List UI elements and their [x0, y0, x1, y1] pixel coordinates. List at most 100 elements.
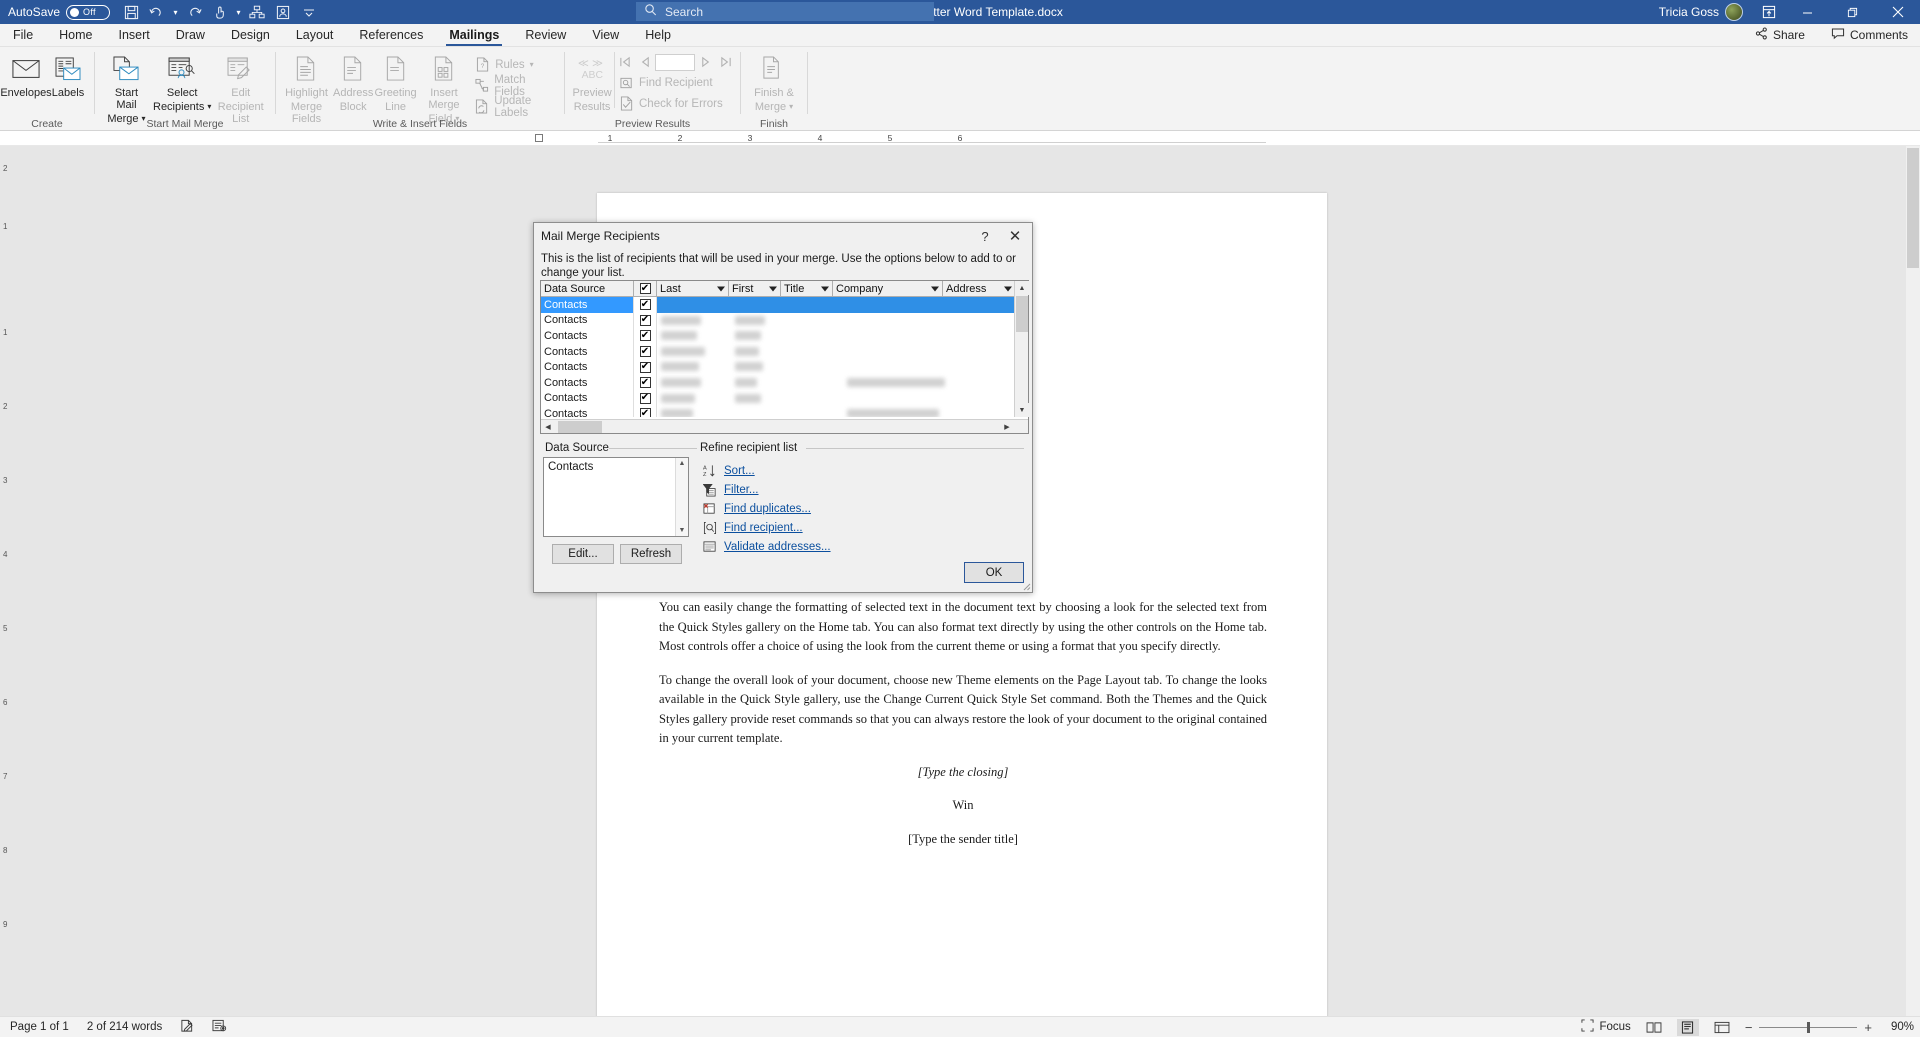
check-for-errors-button[interactable]: Check for Errors	[615, 93, 735, 114]
tab-help[interactable]: Help	[632, 23, 684, 46]
horizontal-ruler[interactable]: L 1 2 3 4 5 6	[0, 131, 1920, 146]
table-row[interactable]: Contacts ✔	[541, 343, 1028, 360]
tab-file[interactable]: File	[0, 23, 46, 46]
row-checkbox[interactable]: ✔	[639, 330, 651, 342]
autosave-toggle[interactable]: Off	[66, 4, 111, 20]
scroll-up-icon[interactable]: ▲	[676, 458, 688, 467]
accessibility-checker-icon[interactable]	[212, 1019, 227, 1036]
save-icon[interactable]	[118, 1, 144, 23]
tab-mailings[interactable]: Mailings	[436, 23, 512, 46]
vertical-scrollbar-thumb[interactable]	[1907, 148, 1919, 268]
edit-button[interactable]: Edit...	[552, 544, 614, 564]
envelopes-button[interactable]: Envelopes	[0, 50, 52, 99]
next-record-icon[interactable]	[696, 53, 715, 72]
table-row[interactable]: Contacts ✔	[541, 359, 1028, 375]
touch-mode-dropdown-icon[interactable]: ▾	[233, 1, 244, 23]
web-layout-icon[interactable]	[1711, 1019, 1733, 1036]
first-record-icon[interactable]	[615, 53, 634, 72]
row-checkbox[interactable]: ✔	[639, 361, 651, 373]
proofing-errors-icon[interactable]	[180, 1019, 194, 1036]
insert-merge-field-button[interactable]: Insert Merge Field ▾	[417, 50, 471, 125]
preview-results-button[interactable]: ≪ ≫ ABC Preview Results	[570, 50, 614, 113]
tab-insert[interactable]: Insert	[106, 23, 163, 46]
row-checkbox-cell[interactable]: ✔	[634, 312, 657, 329]
grid-vertical-scrollbar[interactable]: ▲ ▼	[1014, 281, 1029, 417]
row-checkbox-cell[interactable]: ✔	[634, 328, 657, 344]
tab-view[interactable]: View	[579, 23, 632, 46]
page-info[interactable]: Page 1 of 1	[10, 1021, 69, 1033]
row-checkbox-cell[interactable]: ✔	[634, 406, 657, 417]
rules-button[interactable]: ? Rules ▾	[471, 54, 559, 75]
customize-quick-access-icon[interactable]	[296, 1, 322, 23]
chevron-down-icon[interactable]: ▾	[789, 103, 793, 111]
row-checkbox[interactable]: ✔	[639, 346, 651, 358]
comments-button[interactable]: Comments	[1823, 25, 1916, 45]
recipients-grid[interactable]: Data Source ✔ Last First Title Company A…	[540, 280, 1029, 434]
column-header-first[interactable]: First	[729, 281, 781, 296]
tab-layout[interactable]: Layout	[283, 23, 347, 46]
table-row[interactable]: Contacts ✔	[541, 390, 1028, 407]
table-row[interactable]: Contacts ✔	[541, 312, 1028, 329]
ribbon-display-options-icon[interactable]	[1753, 0, 1785, 24]
data-source-list[interactable]: Contacts ▲ ▼	[543, 457, 689, 537]
dialog-resize-grip[interactable]	[1020, 580, 1031, 591]
grid-hscroll-thumb[interactable]	[558, 420, 602, 433]
row-checkbox[interactable]: ✔	[639, 408, 651, 417]
redo-icon[interactable]	[181, 1, 207, 23]
table-row[interactable]: Contacts ✔	[541, 297, 1028, 313]
row-checkbox-cell[interactable]: ✔	[634, 374, 657, 391]
tab-design[interactable]: Design	[218, 23, 283, 46]
dialog-title-bar[interactable]: Mail Merge Recipients ? ✕	[534, 223, 1032, 249]
undo-icon[interactable]	[144, 1, 170, 23]
user-name[interactable]: Tricia Goss	[1659, 5, 1719, 19]
row-checkbox-cell[interactable]: ✔	[634, 297, 657, 313]
share-button[interactable]: Share	[1747, 25, 1813, 45]
column-header-address[interactable]: Address	[943, 281, 1016, 296]
vertical-ruler[interactable]: 2 1 1 2 3 4 5 6 7 8 9	[0, 146, 22, 1016]
validate-addresses-link[interactable]: Validate addresses...	[702, 537, 1012, 556]
tab-draw[interactable]: Draw	[163, 23, 218, 46]
find-recipient-button[interactable]: Find Recipient	[615, 72, 735, 93]
mail-merge-recipients-dialog[interactable]: Mail Merge Recipients ? ✕ This is the li…	[533, 222, 1033, 593]
highlight-merge-fields-button[interactable]: Highlight Merge Fields	[281, 50, 332, 125]
sort-link[interactable]: A Z Sort...	[702, 461, 1012, 480]
last-record-icon[interactable]	[716, 53, 735, 72]
chevron-down-icon[interactable]	[821, 286, 829, 291]
tab-references[interactable]: References	[346, 23, 436, 46]
data-source-scrollbar[interactable]: ▲ ▼	[675, 458, 688, 536]
undo-dropdown-icon[interactable]: ▾	[170, 1, 181, 23]
zoom-out-button[interactable]: −	[1745, 1020, 1753, 1035]
scroll-left-icon[interactable]: ◀	[541, 420, 555, 434]
row-checkbox-cell[interactable]: ✔	[634, 343, 657, 360]
read-mode-icon[interactable]	[1643, 1019, 1665, 1036]
table-row[interactable]: Contacts ✔	[541, 328, 1028, 344]
table-row[interactable]: Contacts ✔	[541, 406, 1028, 417]
row-checkbox[interactable]: ✔	[639, 377, 651, 389]
contact-card-icon[interactable]	[270, 1, 296, 23]
organization-chart-icon[interactable]	[244, 1, 270, 23]
greeting-line-button[interactable]: Greeting Line	[374, 50, 417, 113]
match-fields-button[interactable]: Match Fields	[471, 74, 559, 98]
minimize-button[interactable]	[1785, 0, 1830, 24]
scroll-down-icon[interactable]: ▼	[1015, 403, 1029, 417]
row-checkbox-cell[interactable]: ✔	[634, 390, 657, 407]
chevron-down-icon[interactable]	[769, 286, 777, 291]
vertical-scrollbar[interactable]	[1906, 146, 1920, 1016]
ok-button[interactable]: OK	[964, 562, 1024, 583]
grid-vscroll-thumb[interactable]	[1016, 296, 1028, 332]
close-button[interactable]	[1875, 0, 1920, 24]
filter-link[interactable]: Filter...	[702, 480, 1012, 499]
tab-review[interactable]: Review	[512, 23, 579, 46]
zoom-in-button[interactable]: +	[1864, 1020, 1872, 1035]
left-indent-marker[interactable]	[535, 134, 543, 142]
address-block-button[interactable]: Address Block	[332, 50, 374, 113]
finish-and-merge-button[interactable]: Finish & Merge ▾	[746, 50, 802, 113]
find-duplicates-link[interactable]: Find duplicates...	[702, 499, 1012, 518]
previous-record-icon[interactable]	[635, 53, 654, 72]
column-header-select-all[interactable]: ✔	[634, 281, 657, 296]
select-all-checkbox[interactable]: ✔	[639, 283, 651, 294]
focus-button[interactable]: Focus	[1581, 1019, 1631, 1035]
table-row[interactable]: Contacts ✔	[541, 374, 1028, 391]
row-checkbox-cell[interactable]: ✔	[634, 359, 657, 375]
search-input[interactable]: Search	[636, 2, 934, 21]
